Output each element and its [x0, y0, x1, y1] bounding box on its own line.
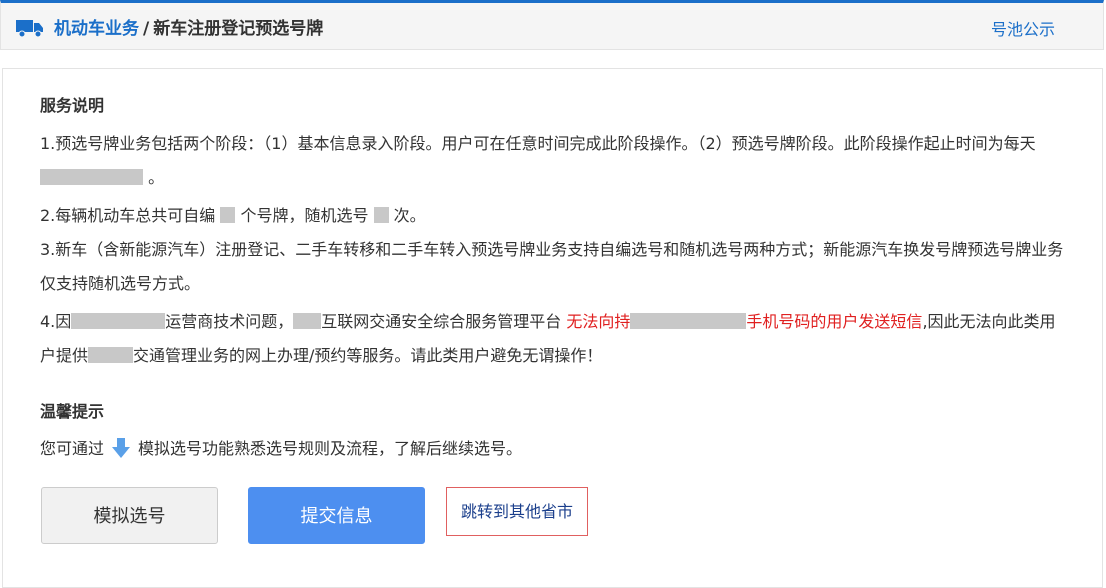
service-item-2-mid: 个号牌，随机选号: [240, 206, 369, 225]
service-item-1: 1.预选号牌业务包括两个阶段：（1）基本信息录入阶段。用户可在任意时间完成此阶段…: [40, 127, 1070, 195]
jump-other-province-button[interactable]: 跳转到其他省市: [446, 487, 588, 536]
sms-warning-b: 手机号码的用户发送短信: [746, 312, 923, 331]
tips-text-before: 您可通过: [40, 439, 105, 458]
service-item-4: 4.因 运营商技术问题， 互联网交通安全综合服务管理平台 无法向持 手机号码的用户发送…: [40, 305, 1070, 373]
simulate-select-button[interactable]: 模拟选号: [41, 487, 218, 544]
redacted-text: [630, 313, 747, 329]
breadcrumb-separator: /: [143, 19, 150, 39]
service-item-2-end: 次。: [393, 206, 426, 225]
tips-text-after: 模拟选号功能熟悉选号规则及流程，了解后继续选号。: [138, 439, 523, 458]
redacted-text: [220, 207, 236, 223]
redacted-text: [71, 313, 166, 329]
redacted-text: [293, 313, 322, 329]
service-item-1-end: 。: [148, 168, 165, 187]
service-item-1-text: 1.预选号牌业务包括两个阶段：（1）基本信息录入阶段。用户可在任意时间完成此阶段…: [40, 134, 1036, 153]
submit-info-button[interactable]: 提交信息: [248, 487, 425, 544]
service-item-3: 3.新车（含新能源汽车）注册登记、二手车转移和二手车转入预选号牌业务支持自编选号…: [40, 240, 1064, 293]
breadcrumb-section[interactable]: 机动车业务: [54, 19, 139, 39]
redacted-text: [88, 347, 134, 363]
breadcrumb: 机动车业务 / 新车注册登记预选号牌: [54, 18, 323, 40]
sms-warning-a: 无法向持: [566, 312, 631, 331]
arrow-down-icon: [112, 438, 131, 458]
service-item-4-a: 4.因: [40, 312, 72, 331]
tips-text: 您可通过 模拟选号功能熟悉选号规则及流程，了解后继续选号。: [40, 437, 522, 461]
page-header: 机动车业务 / 新车注册登记预选号牌 号池公示: [0, 0, 1104, 50]
tips-title: 温馨提示: [40, 402, 105, 421]
service-item-2: 2.每辆机动车总共可自编 个号牌，随机选号 次。: [40, 199, 1070, 233]
redacted-text: [40, 169, 143, 185]
truck-icon: [16, 20, 43, 38]
page-title: 新车注册登记预选号牌: [153, 19, 324, 39]
service-item-2-text: 2.每辆机动车总共可自编: [40, 206, 216, 225]
service-item-4-c: 互联网交通安全综合服务管理平台: [321, 312, 562, 331]
service-item-4-b: 运营商技术问题，: [165, 312, 294, 331]
service-item-4-e: 交通管理业务的网上办理/预约等服务。请此类用户避免无谓操作！: [133, 346, 603, 365]
plate-pool-link[interactable]: 号池公示: [991, 20, 1055, 40]
redacted-text: [373, 207, 389, 223]
service-title: 服务说明: [40, 96, 105, 115]
